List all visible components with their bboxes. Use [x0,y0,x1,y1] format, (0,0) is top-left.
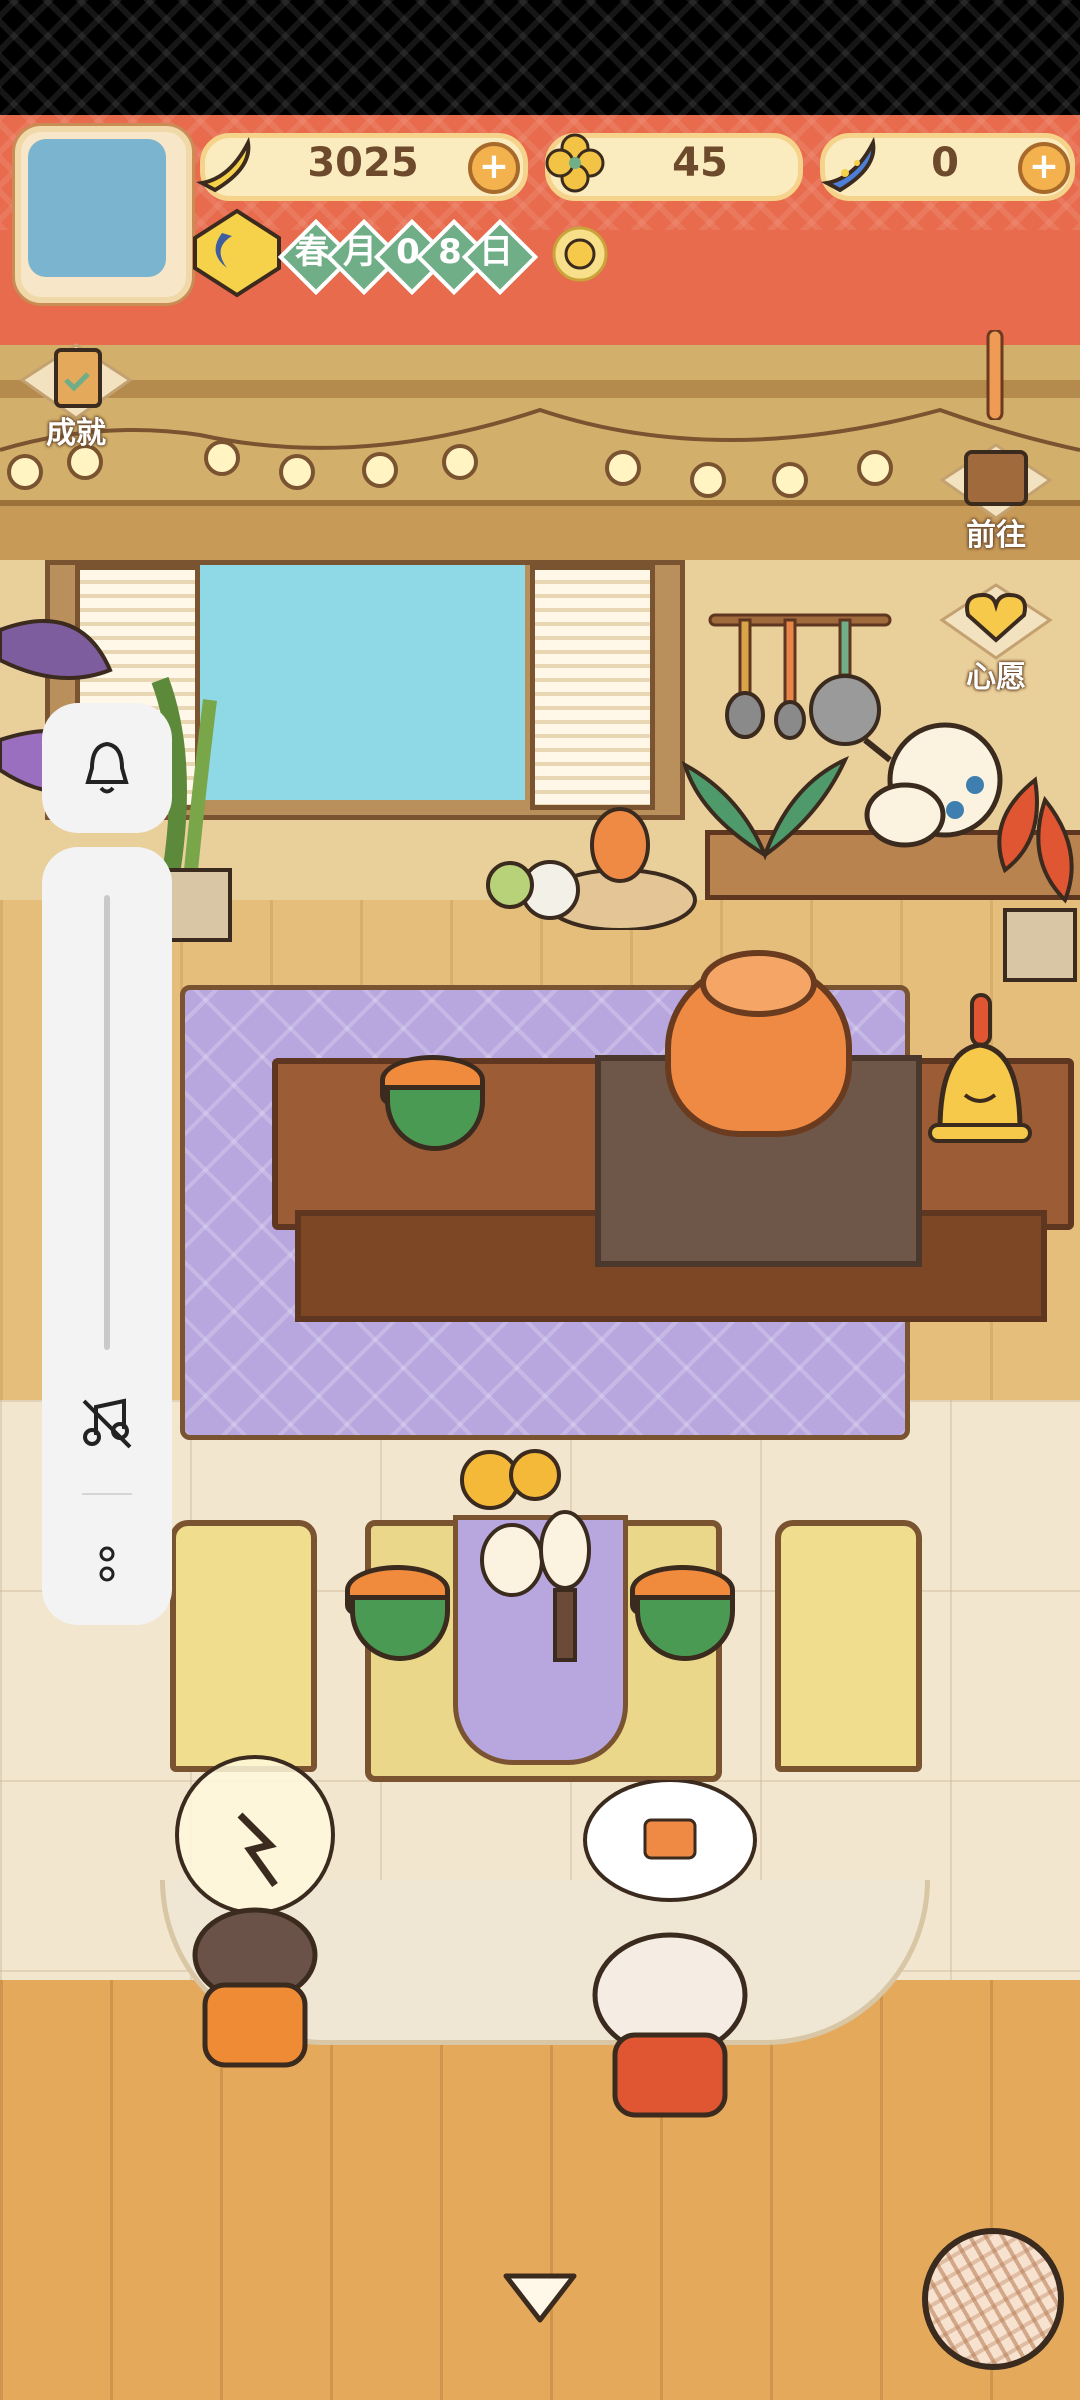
volume-slider[interactable] [104,895,110,1350]
red-plant [997,776,1077,982]
blue-banana-amount: 0 [931,140,959,186]
day-suffix: 日 [479,232,513,272]
wish-label: 心愿 [966,660,1026,695]
yarn-ball-icon[interactable] [922,2228,1064,2370]
goto-button[interactable]: 前往 [938,440,1054,553]
banana-amount: 3025 [307,140,419,186]
clover-amount: 45 [672,140,728,186]
right-chair [775,1520,922,1772]
add-banana-button[interactable]: + [468,142,520,194]
window-shutter [530,565,655,810]
month-label: 月 [343,232,377,272]
oil-lamp [539,1510,591,1662]
left-chair [170,1520,317,1772]
string-lights [0,407,1080,498]
sun-weather-icon [552,226,608,282]
hanging-ornament [986,330,1004,420]
signboard-icon [939,443,1053,520]
music-off-icon[interactable] [78,1395,136,1453]
pot-lid [700,950,817,1017]
bell-icon[interactable] [80,738,135,798]
blue-banana-icon [821,136,876,193]
season-label: 春 [295,232,329,272]
clover-icon [545,133,605,193]
teacup [864,782,946,848]
banana-icon [196,136,251,193]
heart-book-icon [939,583,1053,660]
achievements-label: 成就 [46,416,106,451]
raccoon-customer[interactable] [170,1755,340,2085]
chevron-down-icon[interactable] [500,2268,580,2328]
wish-button[interactable]: 心愿 [938,580,1054,695]
produce-pile [486,807,697,930]
rabbit-customer[interactable] [550,1780,790,2140]
add-blue-banana-button[interactable]: + [1018,142,1070,194]
moon-clock-icon [193,208,281,298]
avatar-portrait [28,139,166,277]
panel-divider [82,1493,132,1495]
more-vertical-icon[interactable] [92,1540,122,1590]
goto-label: 前往 [966,518,1026,553]
service-bell-icon[interactable] [920,990,1040,1150]
achievements-button[interactable]: 成就 [18,340,134,451]
